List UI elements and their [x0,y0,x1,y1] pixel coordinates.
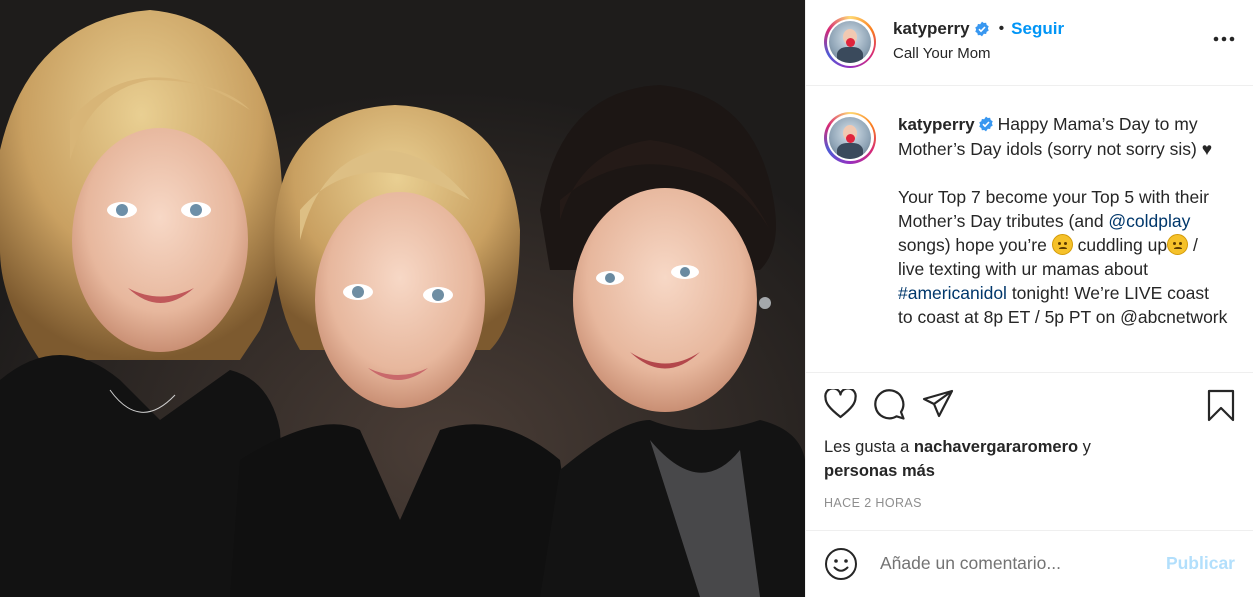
pleading-face-emoji-icon [1167,233,1189,255]
comment-icon[interactable] [873,388,906,420]
avatar-image [829,21,871,64]
caption-username[interactable]: katyperry [898,115,975,134]
caption-avatar[interactable] [824,111,876,164]
instagram-post: katyperry • Seguir Call Your Mom katyper… [0,0,1253,597]
verified-badge-icon [978,116,993,132]
avatar[interactable] [824,16,876,69]
smiley-icon[interactable] [824,547,858,581]
mention-link[interactable]: @coldplay [1108,211,1190,231]
location-link[interactable]: Call Your Mom [893,45,1064,62]
add-comment-bar: Añade un comentario... Publicar [806,529,1253,597]
pleading-face-emoji-icon [1051,233,1073,255]
publish-button[interactable]: Publicar [1166,553,1235,574]
share-icon[interactable] [922,389,954,419]
post-caption: katyperry Happy Mama’s Day to my Mother’… [898,112,1228,372]
post-actions: Les gusta a nachavergararomero y persona… [806,371,1253,530]
more-options-icon[interactable] [1213,36,1235,42]
caption-text-c: cuddling up [1072,234,1168,255]
others-likes-link[interactable]: personas más [824,462,935,480]
heart-icon[interactable] [824,388,857,419]
post-timestamp[interactable]: HACE 2 HORAS [824,496,1235,530]
photo-illustration [0,0,805,597]
comments-area[interactable]: katyperry Happy Mama’s Day to my Mother’… [806,86,1253,372]
post-side-panel: katyperry • Seguir Call Your Mom katyper… [805,0,1253,597]
caption-text-b: songs) hope you’re [898,234,1052,255]
follow-button[interactable]: Seguir [1011,19,1064,39]
post-header: katyperry • Seguir Call Your Mom [806,0,1253,86]
header-username[interactable]: katyperry [893,19,970,39]
avatar-image [829,116,871,159]
likes-summary: Les gusta a nachavergararomero y persona… [824,437,1091,480]
separator-dot: • [998,19,1005,37]
bookmark-icon[interactable] [1207,389,1235,422]
hashtag-link[interactable]: #americanidol [898,283,1007,303]
comment-input[interactable]: Añade un comentario... [880,553,1166,574]
post-photo[interactable] [0,0,805,597]
verified-badge-icon [974,21,989,37]
liker-username[interactable]: nachavergararomero [914,438,1078,456]
